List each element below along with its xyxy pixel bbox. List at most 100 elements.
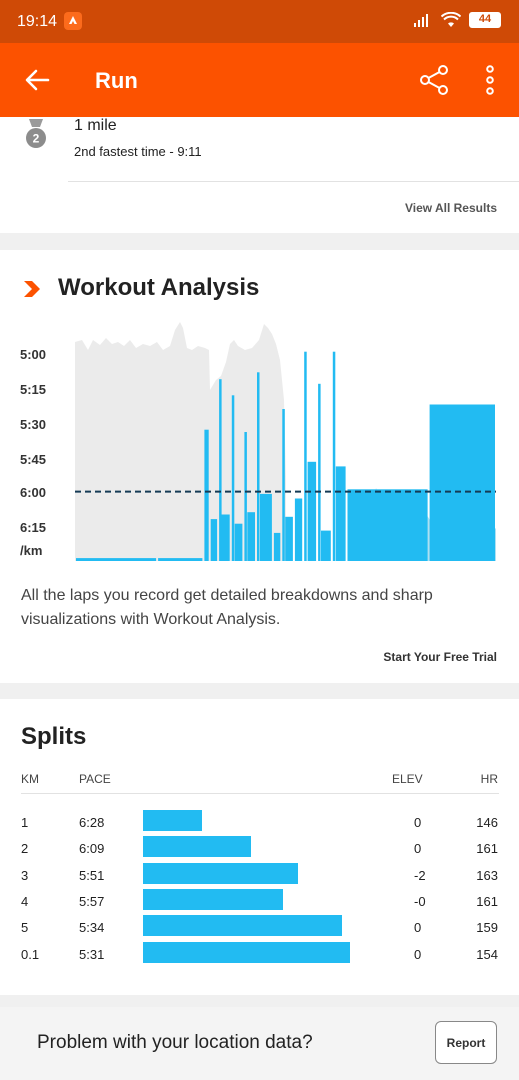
lap-bar bbox=[221, 514, 230, 561]
split-elev: 0 bbox=[414, 841, 422, 856]
split-row: 0.1 5:31 0 154 bbox=[0, 942, 519, 968]
y-tick-label: 5:30 bbox=[20, 417, 46, 432]
lap-bar bbox=[294, 498, 303, 561]
status-icons: 44 bbox=[413, 12, 501, 28]
medal-rank: 2 bbox=[33, 132, 40, 146]
split-elev: -0 bbox=[414, 894, 426, 909]
workout-analysis-chart[interactable]: 5:00 5:15 5:30 5:45 6:00 6:15/km bbox=[20, 320, 500, 565]
medal-icon: 2 bbox=[26, 119, 46, 148]
split-km: 4 bbox=[21, 894, 29, 909]
page-title: Run bbox=[95, 68, 138, 93]
column-header-km: KM bbox=[21, 772, 39, 786]
lap-bar bbox=[210, 519, 218, 561]
lap-bar bbox=[285, 516, 293, 561]
lap-bar bbox=[429, 404, 495, 561]
split-pace-bar bbox=[143, 810, 202, 831]
workout-analysis-card: Workout Analysis 5:00 5:15 5:30 5:45 6:00 6:1… bbox=[0, 250, 519, 683]
workout-analysis-description: All the laps you record get detailed bre… bbox=[21, 587, 433, 628]
lap-bar bbox=[76, 558, 157, 561]
split-pace: 5:57 bbox=[79, 894, 105, 909]
lap-bar bbox=[234, 523, 243, 561]
column-header-hr: HR bbox=[480, 772, 498, 786]
y-tick-label: /km bbox=[20, 543, 42, 558]
lap-bar bbox=[273, 532, 281, 561]
column-header-pace: PACE bbox=[79, 772, 111, 786]
lap-bar bbox=[158, 558, 203, 561]
split-pace-bar bbox=[143, 836, 252, 857]
split-pace-bar bbox=[143, 915, 343, 936]
split-hr: 154 bbox=[476, 947, 498, 962]
split-row: 5 5:34 0 159 bbox=[0, 915, 519, 941]
view-all-results-link[interactable]: View All Results bbox=[405, 201, 497, 215]
signal-icon bbox=[414, 14, 428, 27]
split-row: 2 6:09 0 161 bbox=[0, 836, 519, 862]
split-elev: -2 bbox=[414, 868, 426, 883]
workout-analysis-title: Workout Analysis bbox=[58, 274, 260, 301]
split-km: 1 bbox=[21, 815, 29, 830]
lap-bar bbox=[307, 461, 317, 561]
split-elev: 0 bbox=[414, 947, 422, 962]
split-row: 4 5:57 -0 161 bbox=[0, 889, 519, 915]
lap-bar bbox=[318, 383, 321, 561]
lap-bar bbox=[282, 409, 285, 561]
split-pace: 5:31 bbox=[79, 947, 105, 962]
split-pace: 6:28 bbox=[79, 815, 105, 830]
wifi-icon bbox=[441, 12, 461, 27]
splits-title: Splits bbox=[21, 723, 87, 750]
report-button[interactable]: Report bbox=[435, 1021, 497, 1064]
achievement-subtitle: 2nd fastest time - 9:11 bbox=[74, 144, 202, 159]
lap-bar bbox=[347, 489, 428, 561]
strava-notification-icon bbox=[64, 12, 82, 30]
divider bbox=[21, 793, 499, 794]
split-pace-bar bbox=[143, 863, 299, 884]
achievements-card: 2 1 mile 2nd fastest time - 9:11 View Al… bbox=[0, 117, 519, 233]
lap-bar bbox=[335, 466, 346, 561]
lap-bar bbox=[257, 372, 260, 561]
split-hr: 159 bbox=[476, 920, 498, 935]
more-vertical-icon[interactable] bbox=[480, 65, 500, 95]
split-pace: 5:34 bbox=[79, 920, 105, 935]
split-km: 2 bbox=[21, 841, 29, 856]
lap-bar bbox=[304, 351, 307, 561]
status-bar: 19:14 44 bbox=[0, 0, 519, 43]
share-icon[interactable] bbox=[418, 64, 450, 96]
achievement-title: 1 mile bbox=[74, 117, 117, 134]
split-row: 1 6:28 0 146 bbox=[0, 810, 519, 836]
lap-bar bbox=[332, 351, 336, 561]
lap-bar bbox=[321, 530, 331, 561]
divider bbox=[68, 181, 519, 182]
status-time: 19:14 bbox=[17, 13, 58, 30]
y-tick-label: 5:15 bbox=[20, 382, 46, 397]
split-km: 3 bbox=[21, 868, 29, 883]
y-tick-label: 6:00 bbox=[20, 485, 46, 500]
lap-bar bbox=[260, 493, 272, 561]
chevron-right-icon bbox=[24, 281, 40, 297]
lap-bar bbox=[231, 395, 235, 561]
split-pace-bar bbox=[143, 889, 283, 910]
split-km: 0.1 bbox=[21, 947, 40, 962]
location-data-footer: Problem with your location data? Report bbox=[0, 1007, 519, 1080]
split-pace: 5:51 bbox=[79, 868, 105, 883]
split-row: 3 5:51 -2 163 bbox=[0, 863, 519, 889]
lap-bar bbox=[244, 432, 247, 561]
start-free-trial-link[interactable]: Start Your Free Trial bbox=[383, 650, 497, 664]
split-pace-bar bbox=[143, 942, 350, 963]
split-elev: 0 bbox=[414, 815, 422, 830]
location-problem-text: Problem with your location data? bbox=[37, 1032, 313, 1053]
column-header-elev: ELEV bbox=[392, 772, 423, 786]
split-hr: 163 bbox=[476, 868, 498, 883]
y-tick-label: 6:15 bbox=[20, 520, 46, 535]
y-tick-label: 5:00 bbox=[20, 347, 46, 362]
split-hr: 146 bbox=[476, 815, 498, 830]
battery-icon: 44 bbox=[469, 12, 501, 28]
split-hr: 161 bbox=[476, 894, 498, 909]
split-pace: 6:09 bbox=[79, 841, 105, 856]
back-arrow-icon[interactable] bbox=[24, 67, 50, 93]
lap-bar bbox=[247, 512, 255, 561]
split-hr: 161 bbox=[476, 841, 498, 856]
splits-card: Splits KM PACE ELEV HR 1 6:28 0 146 2 6:09 0 16… bbox=[0, 699, 519, 995]
split-km: 5 bbox=[21, 920, 29, 935]
y-tick-label: 5:45 bbox=[20, 452, 46, 467]
app-bar: Run bbox=[0, 43, 519, 117]
lap-bar bbox=[204, 429, 209, 561]
